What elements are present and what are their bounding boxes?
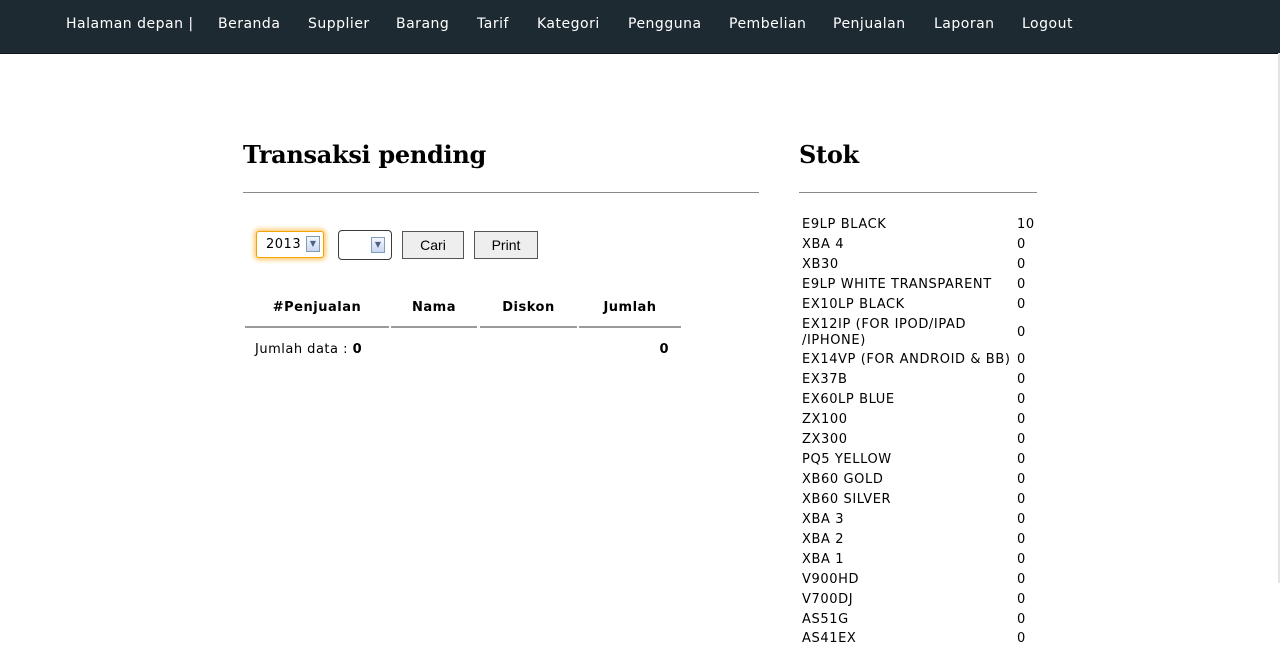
stock-item-name: XB30 <box>802 257 839 272</box>
nav-logout[interactable]: Logout <box>1022 16 1073 32</box>
stock-item-name: XBA 2 <box>802 532 845 547</box>
list-item: EX12IP (FOR IPOD/IPAD /IPHONE) 0 <box>802 317 1038 349</box>
stock-divider <box>799 192 1037 193</box>
column-header-nama: Nama <box>412 300 456 315</box>
stock-item-qty: 0 <box>1017 372 1026 387</box>
stock-item-name: EX37B <box>802 372 848 387</box>
stock-item-name: EX10LP BLACK <box>802 297 905 312</box>
stock-title: Stok <box>799 140 859 169</box>
stock-item-name: E9LP BLACK <box>802 217 887 232</box>
chevron-down-icon[interactable]: ▼ <box>306 236 320 252</box>
stock-item-name: ZX100 <box>802 412 848 427</box>
stock-item-name: AS51G <box>802 612 849 627</box>
stock-item-qty: 0 <box>1017 352 1026 367</box>
stock-item-qty: 0 <box>1017 572 1026 587</box>
nav-halaman-depan[interactable]: Halaman depan | <box>66 16 194 32</box>
nav-pembelian[interactable]: Pembelian <box>729 16 806 32</box>
nav-tarif[interactable]: Tarif <box>477 16 509 32</box>
stock-item-qty: 0 <box>1017 325 1026 340</box>
summary-count: 0 <box>352 342 363 357</box>
stock-item-qty: 0 <box>1017 592 1026 607</box>
stock-item-qty: 0 <box>1017 237 1026 252</box>
column-rule <box>480 326 577 328</box>
nav-laporan[interactable]: Laporan <box>934 16 995 32</box>
stock-item-qty: 0 <box>1017 492 1026 507</box>
stock-item-qty: 0 <box>1017 452 1026 467</box>
stock-item-name: XBA 3 <box>802 512 845 527</box>
stock-item-qty: 0 <box>1017 472 1026 487</box>
stock-item-name: EX14VP (FOR ANDROID & BB) <box>802 352 1011 367</box>
search-button[interactable]: Cari <box>402 231 464 259</box>
stock-item-qty: 0 <box>1017 631 1026 646</box>
column-rule <box>579 326 681 328</box>
chevron-down-icon[interactable]: ▼ <box>371 237 385 253</box>
stock-item-name: XBA 4 <box>802 237 845 252</box>
stock-item-qty: 0 <box>1017 392 1026 407</box>
print-button[interactable]: Print <box>474 231 538 259</box>
stock-item-qty: 0 <box>1017 512 1026 527</box>
stock-item-name: EX12IP (FOR IPOD/IPAD /IPHONE) <box>802 317 967 348</box>
stock-item-qty: 0 <box>1017 432 1026 447</box>
stock-item-qty: 0 <box>1017 257 1026 272</box>
stock-item-qty: 0 <box>1017 277 1026 292</box>
stock-item-name: XBA 1 <box>802 552 845 567</box>
pending-divider <box>243 192 759 193</box>
nav-penjualan[interactable]: Penjualan <box>833 16 906 32</box>
stock-item-name: V900HD <box>802 572 860 587</box>
column-header-jumlah: Jumlah <box>603 300 657 315</box>
pending-title: Transaksi pending <box>243 140 486 169</box>
nav-supplier[interactable]: Supplier <box>308 16 370 32</box>
column-header-penjualan: #Penjualan <box>272 300 362 315</box>
nav-pengguna[interactable]: Pengguna <box>628 16 702 32</box>
stock-item-qty: 0 <box>1017 552 1026 567</box>
stock-item-qty: 0 <box>1017 412 1026 427</box>
nav-beranda[interactable]: Beranda <box>218 16 280 32</box>
stock-item-qty: 0 <box>1017 532 1026 547</box>
year-select-value: 2013 <box>266 237 302 252</box>
stock-item-qty: 10 <box>1017 217 1035 232</box>
month-select[interactable]: ▼ <box>338 230 392 260</box>
stock-item-name: E9LP WHITE TRANSPARENT <box>802 277 992 292</box>
stock-item-name: V700DJ <box>802 592 854 607</box>
stock-item-qty: 0 <box>1017 297 1026 312</box>
stock-item-name: AS41EX <box>802 631 857 646</box>
stock-item-name: XB60 SILVER <box>802 492 892 507</box>
column-header-diskon: Diskon <box>502 300 555 315</box>
summary-label: Jumlah data : <box>255 342 348 357</box>
column-rule <box>391 326 477 328</box>
stock-item-name: PQ5 YELLOW <box>802 452 892 467</box>
summary-row: Jumlah data : 0 <box>255 342 362 357</box>
stock-item-name: ZX300 <box>802 432 848 447</box>
year-select[interactable]: 2013 ▼ <box>256 231 324 258</box>
nav-kategori[interactable]: Kategori <box>537 16 600 32</box>
summary-total: 0 <box>659 342 669 357</box>
top-navigation-bar: Halaman depan | Beranda Supplier Barang … <box>0 0 1280 54</box>
stock-item-name: XB60 GOLD <box>802 472 884 487</box>
nav-barang[interactable]: Barang <box>396 16 449 32</box>
stock-item-name: EX60LP BLUE <box>802 392 895 407</box>
stock-item-qty: 0 <box>1017 612 1026 627</box>
column-rule <box>245 326 389 328</box>
